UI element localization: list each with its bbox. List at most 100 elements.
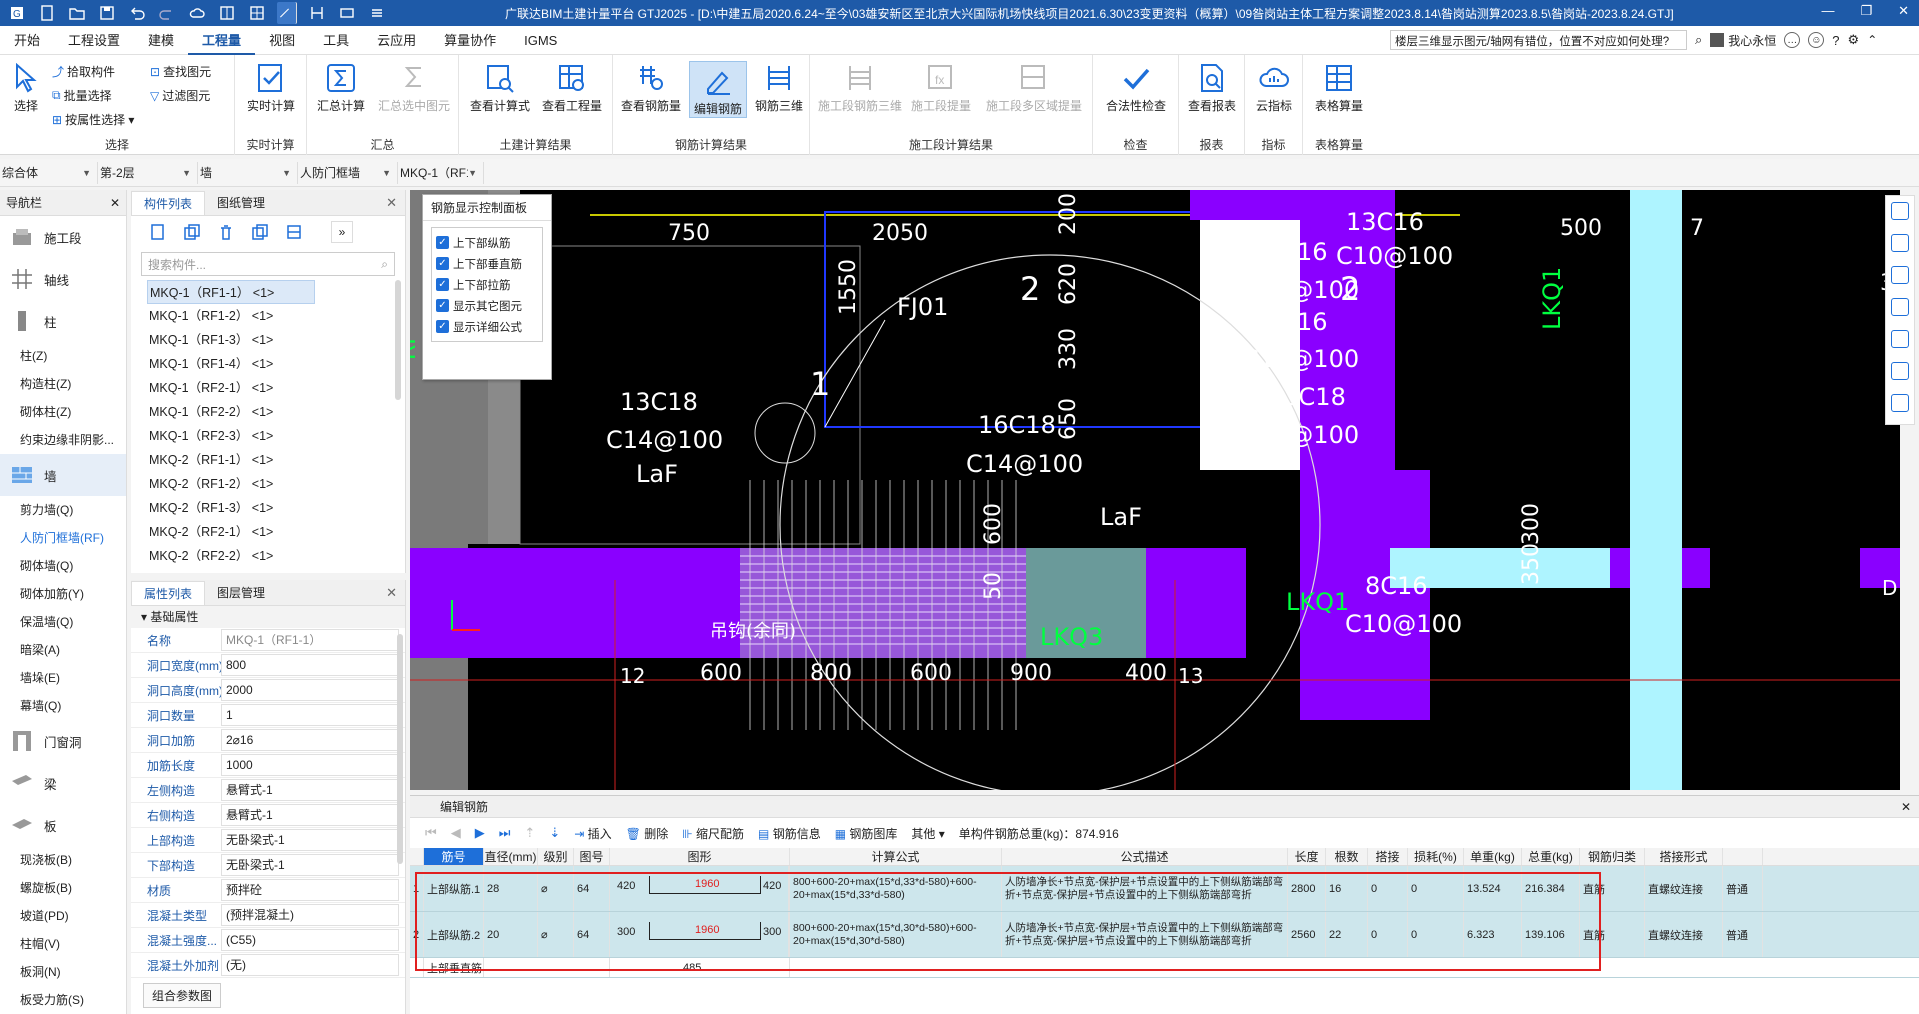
- rebar-info-button[interactable]: ▤ 钢筋信息: [758, 825, 821, 842]
- rebar-cell-type[interactable]: 直筋: [1580, 912, 1645, 957]
- rebar-cell-lap[interactable]: 0: [1368, 866, 1408, 911]
- close-icon[interactable]: ✕: [386, 195, 397, 211]
- property-value-field[interactable]: 无卧梁式-1: [221, 854, 399, 876]
- view-formula-button[interactable]: 查看计算式: [467, 59, 533, 114]
- rebar-table-row[interactable]: 2 上部纵筋.2 20 ⌀ 64 300 1960 300 800+600-20+max(15*…: [410, 912, 1919, 958]
- property-value-field[interactable]: (无): [221, 954, 399, 976]
- combo-param-button[interactable]: 组合参数图: [143, 983, 222, 1008]
- first-icon[interactable]: ⏮: [425, 825, 437, 841]
- rebar-cell-count[interactable]: 22: [1326, 912, 1368, 957]
- rebar-cell-dia[interactable]: 28: [484, 866, 538, 911]
- nav-subitem[interactable]: 保温墙(Q): [0, 608, 126, 636]
- table-calc-button[interactable]: 表格算量: [1307, 59, 1371, 114]
- component-list-item[interactable]: MKQ-1（RF2-1） <1>: [131, 376, 405, 400]
- rebar-cell-len[interactable]: 2560: [1288, 912, 1326, 957]
- 3d-view-icon[interactable]: [1891, 266, 1909, 284]
- redo-icon[interactable]: [157, 3, 177, 23]
- section-quantity-button[interactable]: fx 施工段提量: [908, 59, 974, 114]
- nav-subitem[interactable]: 现浇板(B): [0, 846, 126, 874]
- menu-tab-7[interactable]: 算量协作: [430, 26, 510, 55]
- chat-icon[interactable]: …: [1784, 32, 1801, 48]
- display-option-checkbox[interactable]: ✓ 显示其它图元: [436, 295, 538, 316]
- view-quantity-button[interactable]: 查看工程量: [537, 59, 607, 114]
- component-list-item[interactable]: MKQ-1（RF2-2） <1>: [131, 400, 405, 424]
- rebar-cell-unit[interactable]: 6.323: [1464, 912, 1522, 957]
- component-list-item[interactable]: MKQ-2（RF1-2） <1>: [131, 472, 405, 496]
- rebar-cell-name[interactable]: 上部纵筋.1: [424, 866, 484, 911]
- settings-icon[interactable]: ⚙: [1848, 32, 1860, 48]
- component-list-item[interactable]: MKQ-1（RF1-2） <1>: [131, 304, 405, 328]
- rebar-cell-name[interactable]: 上部垂直筋: [424, 958, 484, 977]
- delete-icon[interactable]: [215, 221, 237, 243]
- layout-icon[interactable]: [217, 3, 237, 23]
- overflow-icon[interactable]: [367, 3, 387, 23]
- rebar-cell-name[interactable]: 上部纵筋.2: [424, 912, 484, 957]
- property-value-field[interactable]: 2000: [221, 679, 399, 701]
- component-list-item[interactable]: MKQ-2（RF2-1） <1>: [131, 520, 405, 544]
- rebar-cell-unit[interactable]: 13.524: [1464, 866, 1522, 911]
- nav-subitem[interactable]: 构造柱(Z): [0, 370, 126, 398]
- nav-category[interactable]: 门窗洞: [0, 720, 126, 762]
- nav-category[interactable]: 柱: [0, 300, 126, 342]
- expand-icon[interactable]: ⌃: [1867, 33, 1877, 47]
- minimize-icon[interactable]: —: [1821, 3, 1834, 19]
- rebar-cell-shape[interactable]: 485: [610, 958, 790, 977]
- grid-icon[interactable]: [247, 3, 267, 23]
- box-icon[interactable]: [1891, 298, 1909, 316]
- menu-tab-8[interactable]: IGMS: [510, 26, 571, 55]
- rebar-cell-desc[interactable]: 人防墙净长+节点宽-保护层+节点设置中的上下侧纵筋端部弯折+节点宽-保护层+节点…: [1002, 866, 1288, 911]
- tab-layer-management[interactable]: 图层管理: [205, 581, 277, 605]
- close-icon[interactable]: ✕: [1901, 796, 1911, 818]
- property-value-field[interactable]: 悬臂式-1: [221, 779, 399, 801]
- summary-selected-button[interactable]: 汇总选中图元: [373, 59, 455, 114]
- prev-icon[interactable]: ◀: [451, 825, 461, 841]
- save-icon[interactable]: [97, 3, 117, 23]
- menu-tab-6[interactable]: 云应用: [363, 26, 430, 55]
- menu-tab-2[interactable]: 建模: [134, 26, 188, 55]
- rebar-cell-extra[interactable]: 普通: [1723, 912, 1763, 957]
- restore-icon[interactable]: ❐: [1860, 3, 1872, 19]
- rebar-cell-dia[interactable]: 20: [484, 912, 538, 957]
- measure-icon[interactable]: [337, 3, 357, 23]
- rebar-library-button[interactable]: ▦ 钢筋图库: [835, 825, 898, 842]
- category-selector[interactable]: 墙 ▼: [198, 161, 298, 184]
- menu-tab-5[interactable]: 工具: [309, 26, 363, 55]
- rebar-cell-extra[interactable]: 普通: [1723, 866, 1763, 911]
- insert-button[interactable]: ⇥ 插入: [574, 825, 611, 842]
- cloud-icon[interactable]: [187, 3, 207, 23]
- search-icon[interactable]: ⌕: [1695, 32, 1702, 48]
- delete-button[interactable]: 🗑︎ 删除: [626, 825, 669, 842]
- project-selector[interactable]: 综合体 ▼: [0, 161, 98, 184]
- rebar-cell-formula[interactable]: 800+600-20+max(15*d,30*d-580)+600-20+max…: [790, 912, 1002, 957]
- edit-rebar-button[interactable]: 编辑钢筋: [689, 61, 747, 118]
- nav-subitem[interactable]: 砌体墙(Q): [0, 552, 126, 580]
- nav-subitem[interactable]: 幕墙(Q): [0, 692, 126, 720]
- help-icon[interactable]: ?: [1832, 33, 1839, 48]
- view-report-button[interactable]: 查看报表: [1183, 59, 1241, 114]
- display-option-checkbox[interactable]: ✓ 上下部拉筋: [436, 274, 538, 295]
- undo-icon[interactable]: [127, 3, 147, 23]
- copy-component-icon[interactable]: [181, 221, 203, 243]
- nav-subitem[interactable]: 砌体加筋(Y): [0, 580, 126, 608]
- 2d-view-icon[interactable]: [1891, 234, 1909, 252]
- rebar-cell-type[interactable]: 直筋: [1580, 866, 1645, 911]
- property-value-field[interactable]: 2⌀16: [221, 729, 399, 751]
- drawing-canvas[interactable]: 750 2050 200 620 330 650 1550 600 800 600 900 400 60…: [410, 190, 1900, 790]
- scrollbar[interactable]: [397, 634, 403, 864]
- new-component-icon[interactable]: [147, 221, 169, 243]
- nav-subitem[interactable]: 剪力墙(Q): [0, 496, 126, 524]
- rebar-cell-count[interactable]: 16: [1326, 866, 1368, 911]
- component-list-item[interactable]: MKQ-2（RF2-2） <1>: [131, 544, 405, 568]
- close-icon[interactable]: ✕: [1898, 3, 1909, 19]
- component-search-input[interactable]: 搜索构件... ⌕: [141, 252, 395, 276]
- new-icon[interactable]: [37, 3, 57, 23]
- property-value-field[interactable]: 预拌砼: [221, 879, 399, 901]
- summary-calc-button[interactable]: 汇总计算: [313, 59, 369, 114]
- rebar-cell-loss[interactable]: 0: [1408, 866, 1464, 911]
- component-list-item[interactable]: MKQ-1（RF1-3） <1>: [131, 328, 405, 352]
- property-value-field[interactable]: 无卧梁式-1: [221, 829, 399, 851]
- pick-component-button[interactable]: ⤴ 拾取构件: [52, 63, 115, 80]
- menu-tab-3[interactable]: 工程量: [188, 26, 256, 55]
- close-icon[interactable]: ✕: [110, 196, 120, 210]
- filter-element-button[interactable]: ▽ 过滤图元: [150, 87, 210, 104]
